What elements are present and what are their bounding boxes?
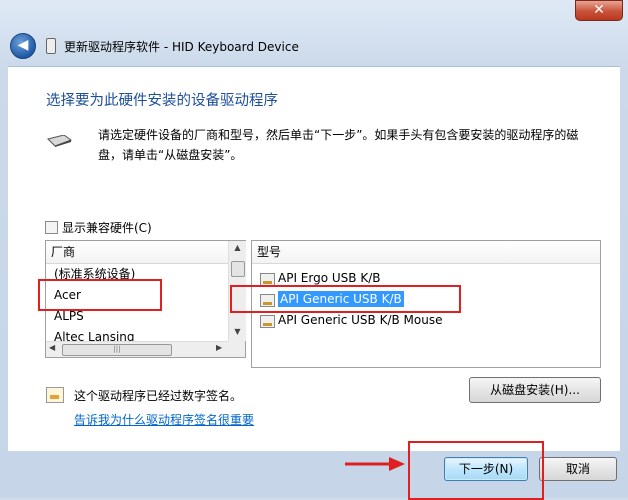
scroll-thumb[interactable] bbox=[231, 261, 245, 277]
blurred-background-title bbox=[60, 4, 260, 18]
scroll-left-icon[interactable]: ◀ bbox=[49, 343, 55, 352]
manufacturer-horizontal-scrollbar[interactable]: ◀ ||| ▶ bbox=[46, 341, 228, 357]
keyboard-icon bbox=[47, 135, 72, 147]
instructions-text: 请选定硬件设备的厂商和型号，然后单击“下一步”。如果手头有包含要安装的驱动程序的… bbox=[98, 128, 579, 162]
driver-icon bbox=[260, 315, 275, 328]
manufacturer-header: 厂商 bbox=[46, 241, 245, 264]
close-button[interactable]: ✕ bbox=[575, 0, 623, 21]
signed-driver-icon bbox=[46, 387, 64, 403]
dialog-window: ✕ ◀ 更新驱动程序软件 - HID Keyboard Device 选择要为此… bbox=[0, 0, 628, 500]
scroll-down-icon[interactable]: ▼ bbox=[229, 325, 246, 339]
have-disk-button[interactable]: 从磁盘安装(H)... bbox=[469, 377, 601, 403]
annotation-arrow-icon bbox=[345, 457, 405, 471]
show-compatible-row[interactable]: 显示兼容硬件(C) bbox=[45, 219, 152, 236]
signature-status: 这个驱动程序已经过数字签名。 bbox=[74, 389, 243, 403]
nav-bar: ◀ 更新驱动程序软件 - HID Keyboard Device bbox=[8, 32, 620, 60]
page-heading: 选择要为此硬件安装的设备驱动程序 bbox=[46, 93, 278, 109]
cancel-button[interactable]: 取消 bbox=[539, 457, 617, 481]
annotation-box-next bbox=[408, 441, 544, 500]
back-button[interactable]: ◀ bbox=[10, 33, 36, 59]
show-compatible-checkbox[interactable] bbox=[45, 221, 58, 234]
window-title: 更新驱动程序软件 - HID Keyboard Device bbox=[64, 40, 299, 54]
scroll-up-icon[interactable]: ▲ bbox=[229, 241, 246, 255]
model-item[interactable]: API Generic USB K/B Mouse bbox=[258, 310, 443, 331]
signature-info-link[interactable]: 告诉我为什么驱动程序签名很重要 bbox=[74, 411, 254, 428]
scroll-corner bbox=[228, 341, 245, 357]
model-header: 型号 bbox=[252, 241, 600, 264]
usb-device-icon bbox=[46, 38, 56, 54]
hscroll-thumb[interactable]: ||| bbox=[62, 344, 172, 356]
annotation-box-model bbox=[230, 285, 461, 313]
scroll-right-icon[interactable]: ▶ bbox=[216, 343, 222, 352]
annotation-box-manufacturer bbox=[38, 279, 162, 311]
show-compatible-label: 显示兼容硬件(C) bbox=[62, 221, 152, 235]
